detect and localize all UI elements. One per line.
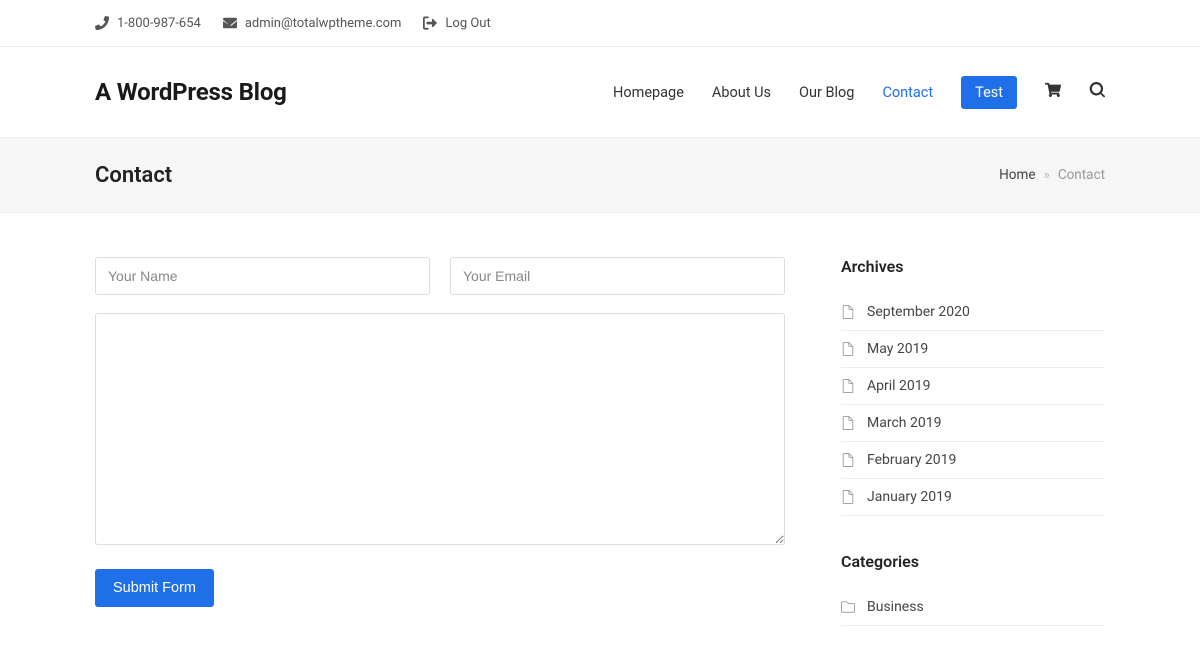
message-textarea[interactable]	[95, 313, 785, 545]
widget-categories: Categories Business	[841, 552, 1105, 626]
categories-list: Business	[841, 589, 1105, 626]
nav-cart[interactable]	[1045, 82, 1061, 102]
main-nav: Homepage About Us Our Blog Contact Test	[613, 76, 1105, 109]
cart-icon	[1045, 82, 1061, 98]
header: A WordPress Blog Homepage About Us Our B…	[0, 47, 1200, 138]
topbar: 1-800-987-654 admin@totalwptheme.com Log…	[0, 0, 1200, 47]
phone-icon	[95, 16, 109, 30]
file-icon	[841, 342, 855, 356]
nav-our-blog[interactable]: Our Blog	[799, 84, 854, 101]
file-icon	[841, 490, 855, 504]
site-title[interactable]: A WordPress Blog	[95, 78, 287, 106]
archives-list: September 2020 May 2019 April 2019 March…	[841, 294, 1105, 516]
main: Submit Form Archives September 2020 May …	[0, 213, 1200, 662]
breadcrumb-home[interactable]: Home	[999, 167, 1035, 183]
search-icon	[1089, 82, 1105, 98]
envelope-icon	[223, 16, 237, 30]
file-icon	[841, 379, 855, 393]
nav-search[interactable]	[1089, 82, 1105, 102]
list-item: September 2020	[841, 294, 1105, 331]
category-link[interactable]: Business	[841, 589, 1105, 625]
nav-homepage[interactable]: Homepage	[613, 84, 684, 101]
list-item: May 2019	[841, 331, 1105, 368]
archive-link[interactable]: May 2019	[841, 331, 1105, 367]
nav-test-button[interactable]: Test	[961, 76, 1017, 109]
archive-link[interactable]: March 2019	[841, 405, 1105, 441]
breadcrumb-current: Contact	[1058, 167, 1105, 183]
archive-link[interactable]: September 2020	[841, 294, 1105, 330]
archive-label: January 2019	[867, 489, 952, 505]
list-item: February 2019	[841, 442, 1105, 479]
topbar-email[interactable]: admin@totalwptheme.com	[223, 16, 402, 31]
submit-button[interactable]: Submit Form	[95, 569, 214, 607]
nav-contact[interactable]: Contact	[882, 84, 933, 101]
archive-label: September 2020	[867, 304, 970, 320]
list-item: January 2019	[841, 479, 1105, 516]
file-icon	[841, 416, 855, 430]
archive-label: April 2019	[867, 378, 931, 394]
breadcrumb-separator: »	[1043, 167, 1049, 183]
logout-icon	[423, 16, 437, 30]
list-item: Business	[841, 589, 1105, 626]
archive-label: March 2019	[867, 415, 941, 431]
content: Submit Form	[95, 257, 785, 607]
list-item: March 2019	[841, 405, 1105, 442]
page-title: Contact	[95, 163, 172, 188]
breadcrumb: Home » Contact	[999, 167, 1105, 183]
archives-title: Archives	[841, 257, 1105, 276]
archive-link[interactable]: February 2019	[841, 442, 1105, 478]
name-input[interactable]	[95, 257, 430, 295]
page-header: Contact Home » Contact	[0, 138, 1200, 213]
topbar-phone[interactable]: 1-800-987-654	[95, 16, 201, 31]
file-icon	[841, 453, 855, 467]
topbar-email-text: admin@totalwptheme.com	[245, 16, 402, 31]
file-icon	[841, 305, 855, 319]
archive-link[interactable]: April 2019	[841, 368, 1105, 404]
archive-label: May 2019	[867, 341, 928, 357]
folder-icon	[841, 600, 855, 614]
category-label: Business	[867, 599, 924, 615]
list-item: April 2019	[841, 368, 1105, 405]
topbar-phone-text: 1-800-987-654	[117, 16, 201, 31]
archive-link[interactable]: January 2019	[841, 479, 1105, 515]
categories-title: Categories	[841, 552, 1105, 571]
email-input[interactable]	[450, 257, 785, 295]
topbar-logout-text: Log Out	[445, 16, 490, 31]
archive-label: February 2019	[867, 452, 956, 468]
widget-archives: Archives September 2020 May 2019 April 2…	[841, 257, 1105, 516]
topbar-logout[interactable]: Log Out	[423, 16, 490, 31]
nav-about-us[interactable]: About Us	[712, 84, 771, 101]
sidebar: Archives September 2020 May 2019 April 2…	[841, 257, 1105, 662]
